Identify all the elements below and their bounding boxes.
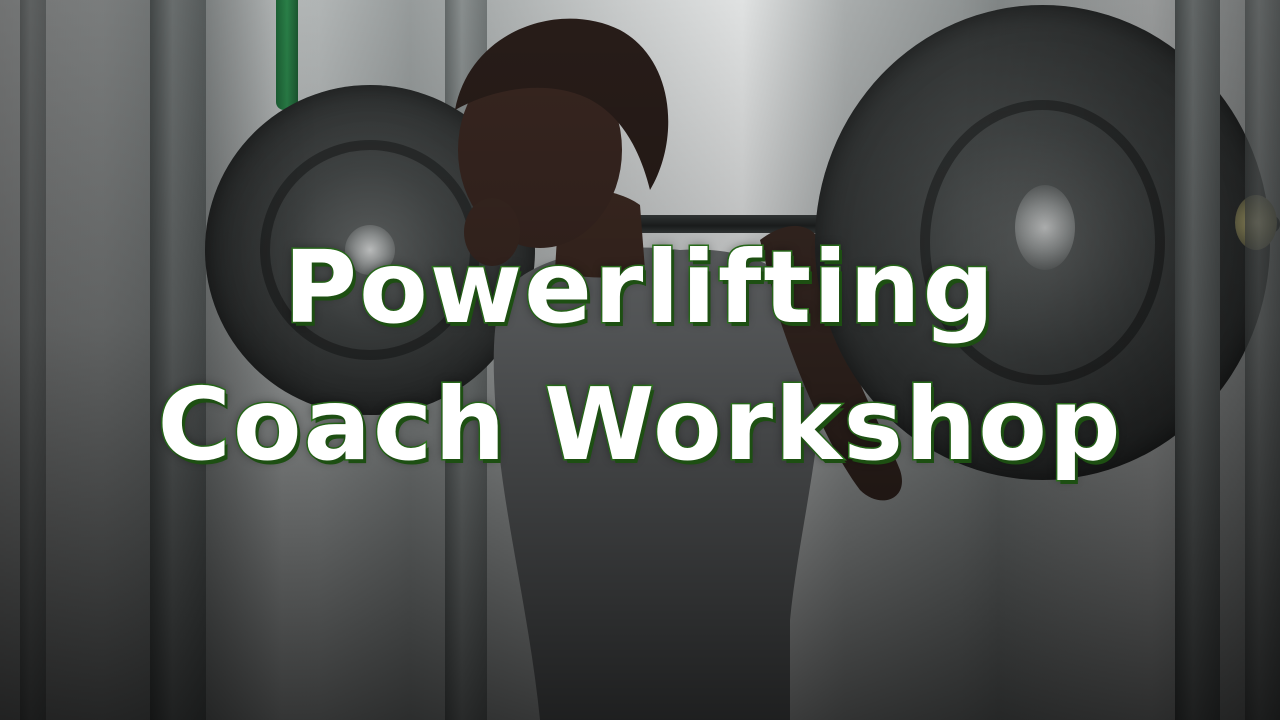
headline-line-1: Powerlifting [282,229,997,346]
hero-banner: Powerlifting Coach Workshop [0,0,1280,720]
headline-line-2: Coach Workshop [156,366,1123,483]
dark-overlay [0,0,1280,720]
